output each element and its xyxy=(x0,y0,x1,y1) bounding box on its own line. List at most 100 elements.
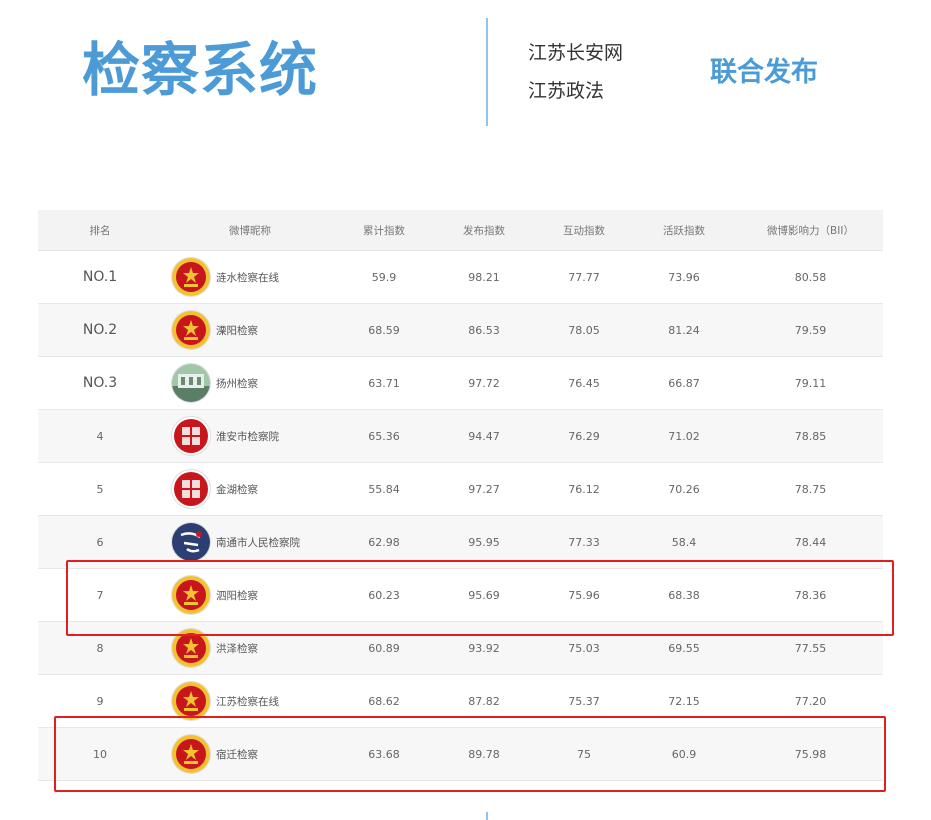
publish-index-cell-text: 97.72 xyxy=(468,376,500,390)
total-index-cell-text: 55.84 xyxy=(368,482,400,496)
highlight-box-row-7 xyxy=(66,560,894,636)
interaction-index-cell-text: 75.37 xyxy=(568,694,600,708)
activity-index-cell-text: 69.55 xyxy=(668,641,700,655)
interaction-index-cell-text: 78.05 xyxy=(568,323,600,337)
bii-cell-text: 78.85 xyxy=(794,429,827,443)
bii-cell-text: 77.20 xyxy=(794,694,827,708)
col-header-nickname: 微博昵称 xyxy=(229,224,271,237)
total-index-cell-text: 68.62 xyxy=(368,694,400,708)
account-name: 南通市人民检察院 xyxy=(216,536,300,549)
nickname-cell: 淮安市检察院 xyxy=(162,410,338,462)
interaction-index-cell-text: 77.77 xyxy=(568,270,600,284)
interaction-index-cell: 76.12 xyxy=(538,463,630,515)
publish-index-cell-text: 86.53 xyxy=(468,323,500,337)
calligraphy-icon xyxy=(172,523,210,561)
total-index-cell-text: 68.59 xyxy=(368,323,400,337)
red-seal-icon xyxy=(172,417,210,455)
activity-index-cell-text: 73.96 xyxy=(668,270,700,284)
page-title: 检察系统 xyxy=(82,36,319,104)
rank-cell-text: 6 xyxy=(96,535,104,549)
header-divider xyxy=(486,18,488,126)
publish-index-cell: 98.21 xyxy=(430,251,538,303)
account-name: 江苏检察在线 xyxy=(216,695,279,708)
bottom-divider-tick xyxy=(486,812,488,820)
account-name: 扬州检察 xyxy=(216,377,258,390)
activity-index-cell: 73.96 xyxy=(630,251,738,303)
total-index-cell: 63.71 xyxy=(338,357,430,409)
bii-cell-text: 77.55 xyxy=(794,641,827,655)
publish-index-cell-text: 87.82 xyxy=(468,694,500,708)
col-header-rank: 排名 xyxy=(89,224,111,237)
publish-index-cell-text: 95.95 xyxy=(468,535,500,549)
ranking-table: 排名 微博昵称 累计指数 发布指数 互动指数 活跃指数 微博影响力（BII） N… xyxy=(38,210,883,781)
rank-cell: NO.1 xyxy=(38,251,162,303)
nickname-cell: 涟水检察在线 xyxy=(162,251,338,303)
publish-index-cell-text: 98.21 xyxy=(468,270,500,284)
source-jiangsu-zhengfa: 江苏政法 xyxy=(528,80,605,102)
publish-index-cell: 94.47 xyxy=(430,410,538,462)
activity-index-cell-text: 58.4 xyxy=(671,535,697,549)
nickname-cell: 扬州检察 xyxy=(162,357,338,409)
publish-index-cell-text: 93.92 xyxy=(468,641,500,655)
col-header-publish-index: 发布指数 xyxy=(463,224,505,237)
rank-cell-text: NO.1 xyxy=(82,269,118,285)
table-header-row: 排名 微博昵称 累计指数 发布指数 互动指数 活跃指数 微博影响力（BII） xyxy=(38,210,883,251)
national-emblem-icon xyxy=(172,258,210,296)
total-index-cell: 55.84 xyxy=(338,463,430,515)
rank-cell: 4 xyxy=(38,410,162,462)
activity-index-cell-text: 66.87 xyxy=(668,376,700,390)
interaction-index-cell-text: 76.45 xyxy=(568,376,600,390)
total-index-cell-text: 62.98 xyxy=(368,535,400,549)
account-name: 淮安市检察院 xyxy=(216,430,279,443)
total-index-cell: 59.9 xyxy=(338,251,430,303)
bii-cell-text: 78.75 xyxy=(794,482,827,496)
account-name: 金湖检察 xyxy=(216,483,258,496)
publish-index-cell: 97.27 xyxy=(430,463,538,515)
table-row: NO.2 溧阳检察 68.59 86.53 78.05 81.24 79.59 xyxy=(38,304,883,357)
activity-index-cell: 70.26 xyxy=(630,463,738,515)
interaction-index-cell: 76.29 xyxy=(538,410,630,462)
interaction-index-cell-text: 77.33 xyxy=(568,535,600,549)
rank-cell-text: 9 xyxy=(96,694,104,708)
table-row: NO.1 涟水检察在线 59.9 98.21 77.77 73.96 80.58 xyxy=(38,251,883,304)
activity-index-cell: 81.24 xyxy=(630,304,738,356)
interaction-index-cell-text: 75.03 xyxy=(568,641,600,655)
national-emblem-icon xyxy=(172,682,210,720)
rank-cell: 5 xyxy=(38,463,162,515)
activity-index-cell-text: 72.15 xyxy=(668,694,700,708)
interaction-index-cell-text: 76.29 xyxy=(568,429,600,443)
activity-index-cell-text: 81.24 xyxy=(668,323,700,337)
rank-cell-text: NO.3 xyxy=(82,375,118,391)
nickname-cell: 金湖检察 xyxy=(162,463,338,515)
bii-cell-text: 80.58 xyxy=(794,270,827,284)
activity-index-cell-text: 70.26 xyxy=(668,482,700,496)
table-row: NO.3 扬州检察 63.71 97.72 76.45 66.87 79.11 xyxy=(38,357,883,410)
rank-cell-text: 8 xyxy=(96,641,104,655)
bii-cell-text: 79.11 xyxy=(794,376,827,390)
col-header-bii: 微博影响力（BII） xyxy=(767,224,854,237)
total-index-cell-text: 59.9 xyxy=(371,270,397,284)
bii-cell-text: 79.59 xyxy=(794,323,827,337)
interaction-index-cell-text: 76.12 xyxy=(568,482,600,496)
interaction-index-cell: 76.45 xyxy=(538,357,630,409)
rank-cell-text: 4 xyxy=(96,429,104,443)
account-name: 溧阳检察 xyxy=(216,324,258,337)
bii-cell: 79.59 xyxy=(738,304,883,356)
source-jiangsu-changan: 江苏长安网 xyxy=(528,42,624,64)
activity-index-cell: 71.02 xyxy=(630,410,738,462)
col-header-interaction-index: 互动指数 xyxy=(563,224,605,237)
bii-cell-text: 78.44 xyxy=(794,535,827,549)
table-body: NO.1 涟水检察在线 59.9 98.21 77.77 73.96 80.58 NO.2 溧阳… xyxy=(38,251,883,781)
rank-cell: NO.2 xyxy=(38,304,162,356)
total-index-cell-text: 63.71 xyxy=(368,376,400,390)
interaction-index-cell: 78.05 xyxy=(538,304,630,356)
highlight-box-row-10 xyxy=(54,716,886,792)
rank-cell: NO.3 xyxy=(38,357,162,409)
national-emblem-icon xyxy=(172,311,210,349)
account-name: 涟水检察在线 xyxy=(216,271,279,284)
total-index-cell: 65.36 xyxy=(338,410,430,462)
nickname-cell: 溧阳检察 xyxy=(162,304,338,356)
rank-cell-text: 5 xyxy=(96,482,104,496)
bii-cell: 78.75 xyxy=(738,463,883,515)
publish-index-cell: 97.72 xyxy=(430,357,538,409)
